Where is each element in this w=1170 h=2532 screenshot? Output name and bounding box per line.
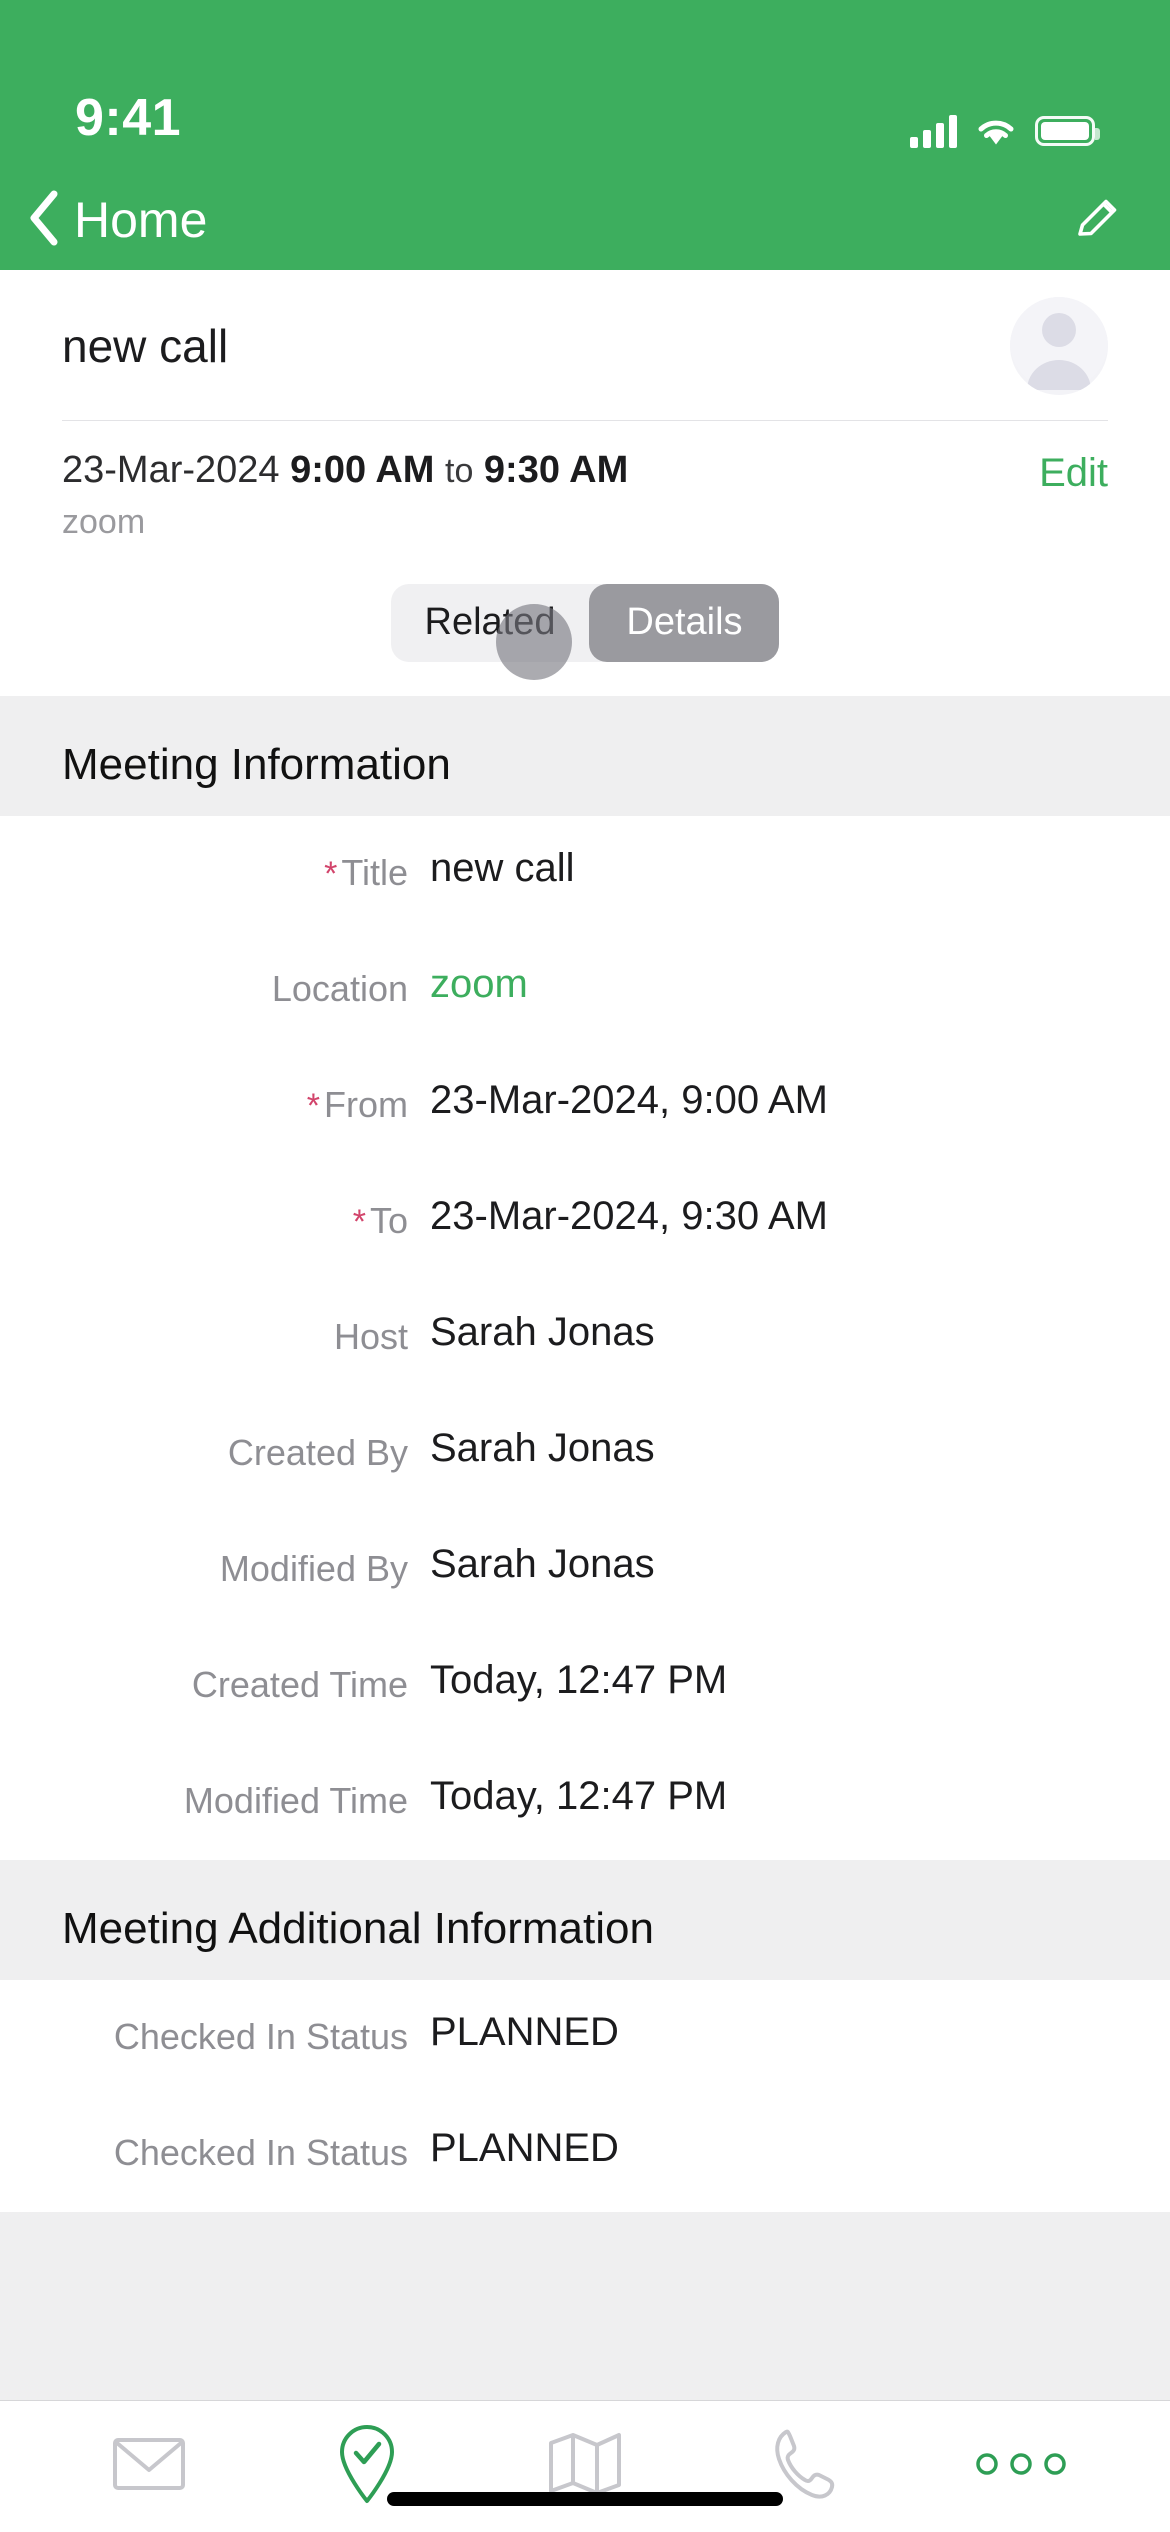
field-value: Today, 12:47 PM [430,1657,728,1702]
field-label: Checked In Status [113,2015,408,2057]
email-envelope-icon [112,2434,186,2499]
tab-details[interactable]: Details [589,583,780,662]
field-value: Today, 12:47 PM [430,1773,728,1818]
schedule-date: 23-Mar-2024 [62,449,280,491]
tab-related[interactable]: Related [391,584,590,662]
schedule-end-time: 9:30 AM [483,449,629,491]
section-title-meeting-information: Meeting Information [62,739,451,789]
status-bar: 9:41 [0,0,1170,170]
card-meeting-information: * Title new call Location zoom * From 23-M… [0,815,1170,1860]
tab-bar: Related Details [0,541,1170,696]
cellular-bars-icon [910,114,957,148]
field-label: Host [333,1315,408,1357]
table-row[interactable]: Modified By Sarah Jonas [0,1512,1170,1628]
bottom-toolbar [0,2400,1170,2532]
field-value: new call [430,845,575,890]
table-row[interactable]: Location zoom [0,932,1170,1048]
table-row[interactable]: * To 23-Mar-2024, 9:30 AM [0,1164,1170,1280]
field-label: * Title [324,851,408,893]
field-value[interactable]: zoom [430,932,1130,1007]
toolbar-more-button[interactable] [961,2417,1081,2517]
field-label: * To [352,1199,408,1241]
back-button[interactable]: Home [22,186,207,255]
table-row[interactable]: Checked In Status PLANNED [0,1980,1170,2096]
table-row[interactable]: * From 23-Mar-2024, 9:00 AM [0,1048,1170,1164]
field-label: Checked In Status [113,2131,408,2173]
table-row[interactable]: Modified Time Today, 12:47 PM [0,1744,1170,1860]
field-label: Created By [227,1431,408,1473]
details-content: Meeting Information * Title new call Loca… [0,695,1170,2212]
required-asterisk: * [306,1086,320,1125]
table-row[interactable]: Created By Sarah Jonas [0,1396,1170,1512]
schedule-separator: to [445,452,474,490]
status-bar-clock: 9:41 [75,89,182,147]
chevron-left-icon [22,186,68,255]
segmented-control: Related Details [390,583,780,680]
battery-icon [1035,116,1100,146]
record-header: new call 23-Mar-2024 9:00 AM to 9:30 AM … [0,270,1170,542]
field-label: Modified By [219,1547,408,1589]
table-row[interactable]: * Title new call [0,816,1170,932]
field-value: Sarah Jonas [430,1425,655,1470]
field-value: Sarah Jonas [430,1541,655,1586]
record-location: zoom [62,502,146,541]
section-title-meeting-additional-information: Meeting Additional Information [62,1903,654,1953]
table-row[interactable]: Checked In Status PLANNED [0,2096,1170,2212]
schedule-start-time: 9:00 AM [290,449,435,491]
record-title: new call [62,320,229,372]
back-button-label: Home [74,192,208,248]
table-row[interactable]: Host Sarah Jonas [0,1280,1170,1396]
record-meta: 23-Mar-2024 9:00 AM to 9:30 AM zoom Edit [62,421,1108,542]
field-value: Sarah Jonas [430,1309,655,1354]
field-value: 23-Mar-2024, 9:30 AM [430,1193,828,1238]
navigation-bar: Home [0,170,1170,270]
pencil-edit-icon [1070,190,1126,251]
record-schedule: 23-Mar-2024 9:00 AM to 9:30 AM [62,447,628,495]
avatar [1010,297,1108,395]
edit-record-button[interactable] [1068,190,1128,250]
card-meeting-additional-information: Checked In Status PLANNED Checked In Sta… [0,1979,1170,2212]
home-indicator [387,2492,783,2506]
field-label: Location [271,967,408,1009]
field-label: * From [306,1083,408,1125]
edit-link[interactable]: Edit [1039,447,1108,496]
field-label: Modified Time [183,1779,408,1821]
field-label: Created Time [191,1663,408,1705]
required-asterisk: * [352,1202,366,1241]
more-options-icon [971,2447,1071,2486]
record-meta-left: 23-Mar-2024 9:00 AM to 9:30 AM zoom [62,447,628,542]
table-row[interactable]: Created Time Today, 12:47 PM [0,1628,1170,1744]
field-value: PLANNED [430,2125,619,2170]
user-avatar-placeholder-icon [1010,297,1108,395]
toolbar-email-button[interactable] [89,2417,209,2517]
wifi-icon [975,115,1017,147]
status-bar-indicators [910,114,1100,148]
record-header-top: new call [62,270,1108,398]
required-asterisk: * [324,854,338,893]
field-value: 23-Mar-2024, 9:00 AM [430,1077,828,1122]
field-value: PLANNED [430,2009,619,2054]
phone-screen: 9:41 Home new call 23-Mar-2024 9:00 AM t… [0,0,1170,2532]
